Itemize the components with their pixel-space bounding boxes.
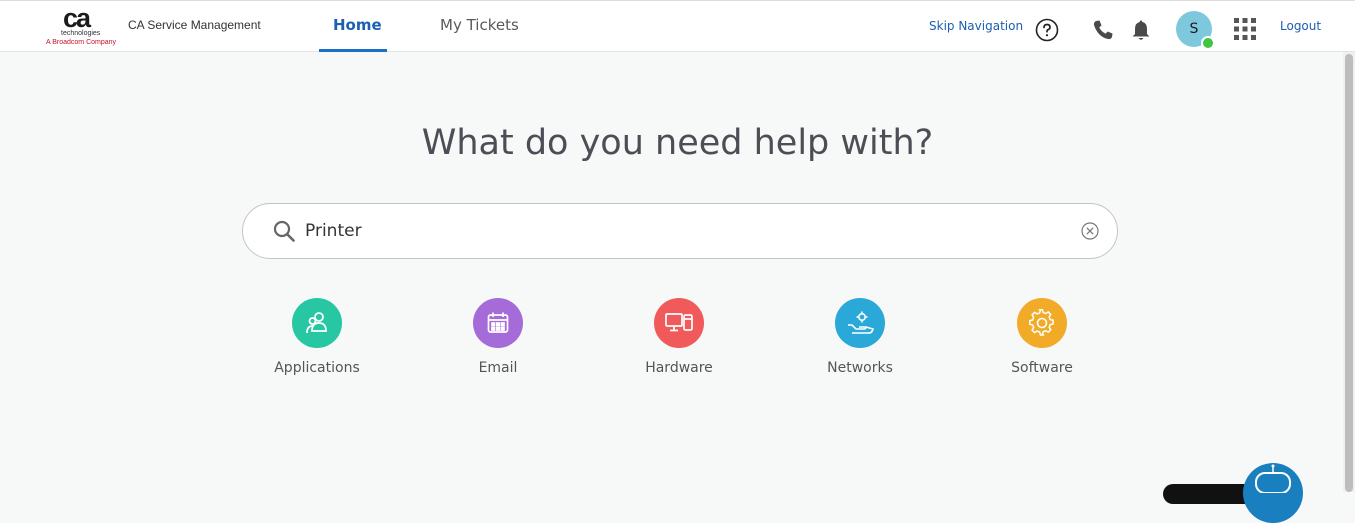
presence-status-dot [1201, 36, 1215, 50]
phone-icon[interactable] [1091, 18, 1115, 42]
category-hardware[interactable]: Hardware [619, 298, 739, 375]
skip-navigation-link[interactable]: Skip Navigation [929, 20, 1023, 32]
help-icon[interactable] [1035, 18, 1059, 42]
search-input[interactable] [305, 216, 1065, 246]
chatbot-launcher-icon[interactable] [1243, 463, 1303, 523]
bell-icon[interactable] [1130, 18, 1152, 42]
category-label: Applications [274, 360, 360, 376]
gear-icon [1017, 298, 1067, 348]
category-label: Email [478, 360, 518, 376]
category-applications[interactable]: Applications [257, 298, 377, 375]
page-headline: What do you need help with? [421, 123, 934, 163]
category-label: Software [1011, 360, 1073, 376]
tab-home[interactable]: Home [333, 18, 382, 33]
app-title: CA Service Management [128, 18, 261, 32]
category-software[interactable]: Software [982, 298, 1102, 375]
logo-company: A Broadcom Company [46, 39, 117, 46]
category-label: Hardware [645, 360, 713, 376]
clear-search-icon[interactable] [1081, 222, 1099, 240]
calendar-icon [473, 298, 523, 348]
apps-grid-icon[interactable] [1233, 17, 1257, 41]
category-networks[interactable]: Networks [800, 298, 920, 375]
logo-mark: ca [63, 3, 91, 33]
devices-icon [654, 298, 704, 348]
top-header: ca technologies A Broadcom Company CA Se… [0, 0, 1355, 52]
active-tab-indicator [319, 49, 387, 52]
tab-my-tickets[interactable]: My Tickets [440, 18, 519, 33]
ca-technologies-logo[interactable]: ca technologies A Broadcom Company [46, 3, 118, 49]
page-scrollbar-thumb[interactable] [1345, 54, 1353, 492]
logout-link[interactable]: Logout [1280, 20, 1321, 32]
search-icon [273, 220, 295, 242]
logo-tagline: technologies [61, 30, 101, 37]
users-icon [292, 298, 342, 348]
category-email[interactable]: Email [438, 298, 558, 375]
search-bar[interactable] [242, 203, 1118, 259]
network-hand-icon [835, 298, 885, 348]
category-label: Networks [827, 360, 893, 376]
